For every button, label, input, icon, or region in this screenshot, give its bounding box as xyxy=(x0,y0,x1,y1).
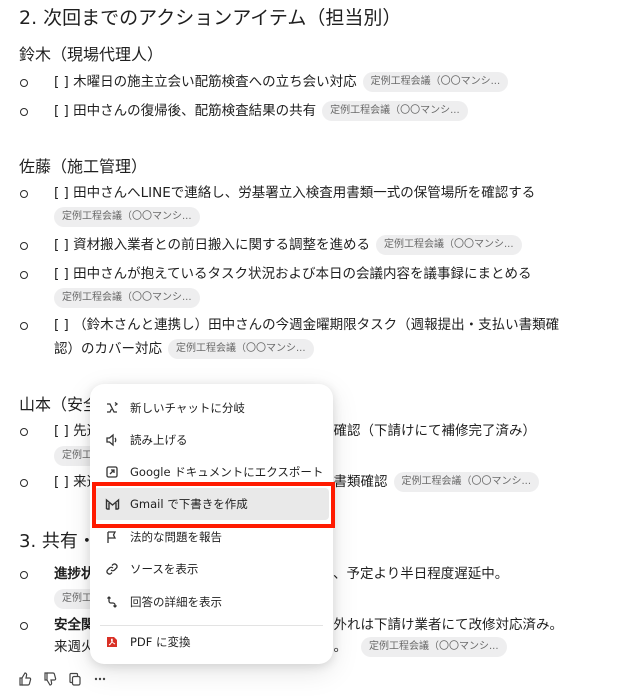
item-text: り、予定より半日程度遅延中。 xyxy=(320,566,509,582)
bullet-icon xyxy=(20,571,28,579)
bullet-icon xyxy=(20,79,28,87)
bullet-icon xyxy=(20,108,28,116)
source-chip[interactable]: 定例工程会議（〇〇マンシ... xyxy=(54,288,200,308)
copy-icon[interactable] xyxy=(67,671,83,687)
assignee-heading-yamamoto: 山本（安全 xyxy=(19,395,100,414)
branch-icon xyxy=(104,400,120,416)
section-heading: 3. 共有・ xyxy=(19,531,96,552)
menu-item-read-aloud[interactable]: 読み上げる xyxy=(94,424,329,456)
source-chip[interactable]: 定例工程会議（〇〇マンシ... xyxy=(54,207,200,227)
menu-item-label: ソースを表示 xyxy=(130,562,199,576)
details-icon xyxy=(104,594,120,610)
item-text: [ ] 資材搬入業者との前日搬入に関する調整を進める xyxy=(54,237,370,253)
item-text: [ ] 木曜日の施主立会い配筋検査への立ち会い対応 xyxy=(54,74,357,90)
item-text: 修確認（下請けにて補修完了済み） xyxy=(320,423,536,439)
item-bold-text: 進捗状 xyxy=(54,566,95,582)
source-chip[interactable]: 定例工程会議（〇〇マンシ... xyxy=(375,235,522,255)
bullet-icon xyxy=(20,271,28,279)
pdf-icon xyxy=(104,634,120,650)
thumbs-down-icon[interactable] xyxy=(42,671,58,687)
item-text: 来週火 xyxy=(54,639,95,655)
menu-item-branch[interactable]: 新しいチャットに分岐 xyxy=(94,392,329,424)
menu-item-label: 新しいチャットに分岐 xyxy=(130,401,245,415)
bullet-icon xyxy=(20,428,28,436)
highlight-box xyxy=(92,482,335,528)
section-heading: 2. 次回までのアクションアイテム（担当別） xyxy=(19,7,402,29)
menu-item-show-sources[interactable]: ソースを表示 xyxy=(94,553,329,585)
menu-item-label: Google ドキュメントにエクスポート xyxy=(130,465,324,479)
menu-item-convert-pdf[interactable]: PDF に変換 xyxy=(94,626,329,658)
more-icon[interactable] xyxy=(92,671,108,687)
bullet-icon xyxy=(20,622,28,630)
assignee-heading-suzuki: 鈴木（現場代理人） xyxy=(19,45,164,64)
speaker-icon xyxy=(104,432,120,448)
source-chip[interactable]: 定例工程会議（〇〇マンシ... xyxy=(362,72,509,92)
item-text: [ ] 田中さんの復帰後、配筋検査結果の共有 xyxy=(54,103,317,119)
item-text: の外れは下請け業者にて改修対応済み。 xyxy=(320,617,563,633)
menu-item-details[interactable]: 回答の詳細を表示 xyxy=(94,586,329,618)
item-text: [ ] 田中さんが抱えているタスク状況および本日の会議内容を議事録にまとめる xyxy=(54,266,532,282)
bullet-icon xyxy=(20,190,28,198)
bullet-icon xyxy=(20,479,28,487)
source-chip[interactable]: 定例工程会議（〇〇マンシ... xyxy=(168,339,314,359)
thumbs-up-icon[interactable] xyxy=(17,671,33,687)
assignee-heading-sato: 佐藤（施工管理） xyxy=(19,157,148,176)
doc-export-icon xyxy=(104,464,120,480)
item-bold-text: 安全関 xyxy=(54,617,95,633)
source-chip[interactable]: 定例工程会議（〇〇マンシ... xyxy=(361,637,507,657)
bullet-icon xyxy=(20,322,28,330)
link-icon xyxy=(104,561,120,577)
menu-item-label: 回答の詳細を表示 xyxy=(130,595,222,609)
menu-item-label: PDF に変換 xyxy=(130,635,191,649)
menu-item-label: 法的な問題を報告 xyxy=(130,530,222,544)
bullet-icon xyxy=(20,242,28,250)
source-chip[interactable]: 定例工程会議（〇〇マンシ... xyxy=(393,472,540,492)
response-toolbar xyxy=(17,670,117,688)
source-chip[interactable]: 定例工程会議（〇〇マンシ... xyxy=(322,101,468,121)
item-text: [ ] 田中さんへLINEで連絡し、労基署立入検査用書類一式の保管場所を確認する xyxy=(54,185,536,201)
flag-icon xyxy=(104,529,120,545)
menu-item-label: 読み上げる xyxy=(130,433,188,447)
